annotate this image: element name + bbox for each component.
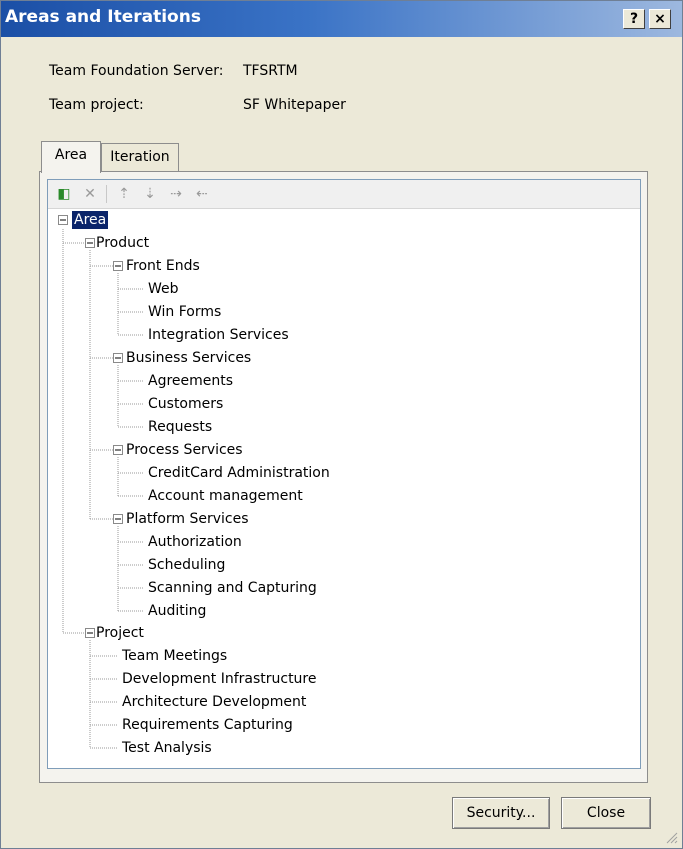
tree-node-win-forms[interactable]: Win Forms: [148, 303, 221, 321]
tree-node-business-services[interactable]: Business Services: [126, 349, 251, 367]
tree-node-agreements[interactable]: Agreements: [148, 372, 233, 390]
tree-node-architecture-development[interactable]: Architecture Development: [122, 693, 306, 711]
project-value: SF Whitepaper: [243, 97, 346, 113]
security-button[interactable]: Security...: [452, 797, 550, 829]
tab-iteration[interactable]: Iteration: [101, 143, 179, 173]
tree-node-account-management[interactable]: Account management: [148, 487, 303, 505]
tree-node-area[interactable]: Area: [72, 211, 109, 229]
tab-area[interactable]: Area: [41, 141, 101, 173]
tree-node-platform-services[interactable]: Platform Services: [126, 510, 249, 528]
tree-node-creditcard-administration[interactable]: CreditCard Administration: [148, 464, 330, 482]
tree-node-requests[interactable]: Requests: [148, 418, 212, 436]
tree-node-authorization[interactable]: Authorization: [148, 533, 242, 551]
tree-node-requirements-capturing[interactable]: Requirements Capturing: [122, 716, 293, 734]
area-tree-view[interactable]: ◧ ✕ ⇡ ⇣ ⇢ ⇠ Area Product Front Ends Web …: [47, 179, 641, 769]
server-value: TFSRTM: [243, 63, 298, 79]
tree-node-front-ends[interactable]: Front Ends: [126, 257, 200, 275]
resize-grip-icon[interactable]: [664, 830, 678, 844]
tree-node-development-infrastructure[interactable]: Development Infrastructure: [122, 670, 317, 688]
tree-node-integration-services[interactable]: Integration Services: [148, 326, 289, 344]
tree-node-scheduling[interactable]: Scheduling: [148, 556, 225, 574]
tree-node-customers[interactable]: Customers: [148, 395, 223, 413]
tree-node-project[interactable]: Project: [96, 624, 144, 642]
help-button[interactable]: ?: [623, 9, 645, 29]
tree-nodes: Area Product Front Ends Web Win Forms In…: [48, 180, 640, 768]
server-label: Team Foundation Server:: [49, 63, 224, 79]
tree-node-scanning-capturing[interactable]: Scanning and Capturing: [148, 579, 317, 597]
tree-node-process-services[interactable]: Process Services: [126, 441, 243, 459]
tree-node-test-analysis[interactable]: Test Analysis: [122, 739, 212, 757]
areas-iterations-dialog: Areas and Iterations ? × Team Foundation…: [0, 0, 683, 849]
tree-node-auditing[interactable]: Auditing: [148, 602, 206, 620]
tree-node-product[interactable]: Product: [96, 234, 149, 252]
title-bar[interactable]: Areas and Iterations ? ×: [1, 1, 682, 37]
tree-node-team-meetings[interactable]: Team Meetings: [122, 647, 227, 665]
project-label: Team project:: [49, 97, 144, 113]
close-button[interactable]: Close: [561, 797, 651, 829]
dialog-title: Areas and Iterations: [5, 7, 201, 27]
tree-node-web[interactable]: Web: [148, 280, 179, 298]
close-window-button[interactable]: ×: [649, 9, 671, 29]
